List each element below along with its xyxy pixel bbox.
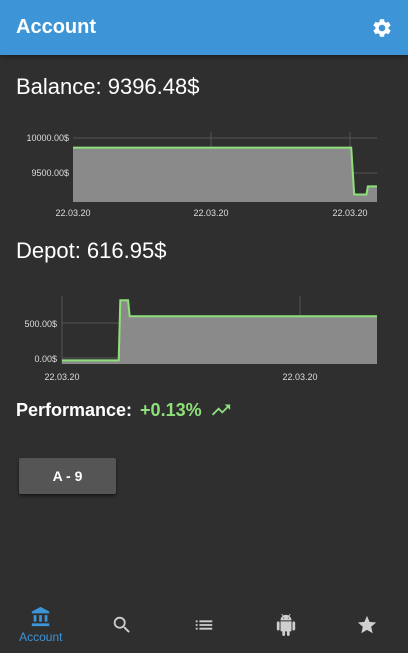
nav-item-account[interactable]: Account	[6, 597, 76, 653]
nav-item-list[interactable]	[169, 597, 239, 653]
y-tick-label: 9500.00$	[31, 168, 69, 178]
y-tick-label: 0.00$	[34, 354, 57, 364]
android-icon	[276, 614, 295, 636]
x-tick-label: 22.03.20	[332, 208, 367, 218]
depot-chart: 500.00$ 0.00$ 22.03.20 22.03.20	[0, 292, 408, 388]
x-tick-label: 22.03.20	[44, 372, 79, 382]
performance-row: Performance: +0.13%	[16, 398, 232, 422]
x-tick-label: 22.03.20	[282, 372, 317, 382]
balance-chart: 10000.00$ 9500.00$ 22.03.20 22.03.20 22.…	[0, 126, 408, 222]
performance-label: Performance:	[16, 399, 133, 420]
star-icon	[358, 615, 377, 634]
bottom-navigation: Account	[0, 597, 408, 653]
series-area	[62, 300, 377, 364]
y-tick-label: 500.00$	[24, 319, 57, 329]
settings-button[interactable]	[370, 16, 394, 40]
gear-icon	[373, 18, 391, 37]
trending-up-icon	[211, 404, 230, 416]
balance-heading: Balance: 9396.48$	[16, 74, 200, 99]
list-icon	[195, 620, 213, 630]
app-bar: Account	[0, 0, 408, 55]
y-tick-label: 10000.00$	[26, 133, 69, 143]
nav-item-favorites[interactable]	[332, 597, 402, 653]
x-tick-label: 22.03.20	[55, 208, 90, 218]
performance-value: +0.13%	[140, 399, 202, 420]
app-title: Account	[16, 16, 96, 38]
series-area	[73, 147, 377, 202]
x-tick-label: 22.03.20	[193, 208, 228, 218]
nav-label-account: Account	[19, 630, 63, 644]
depot-heading: Depot: 616.95$	[16, 238, 167, 263]
nav-item-search[interactable]	[87, 597, 157, 653]
strategy-button[interactable]: A - 9	[19, 458, 116, 494]
bank-icon	[31, 606, 50, 627]
search-icon	[114, 616, 131, 633]
nav-item-android[interactable]	[251, 597, 321, 653]
